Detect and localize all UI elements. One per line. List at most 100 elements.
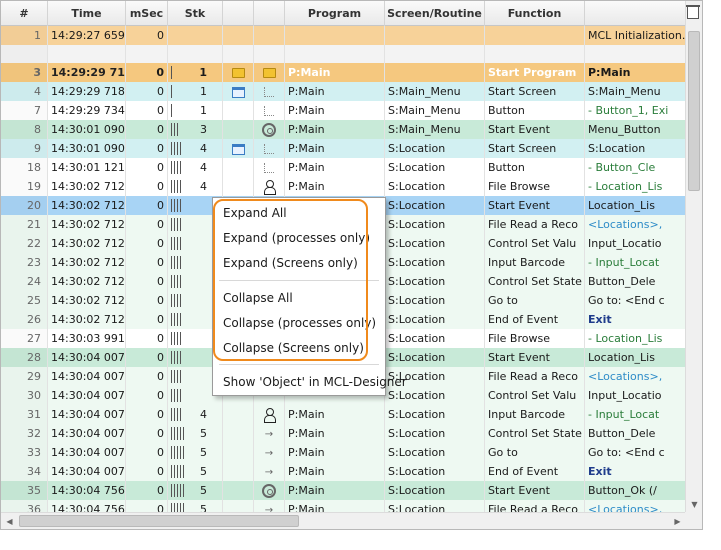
table-row[interactable]: 8 14:30:01 090 0 3 P:Main S:Main_Menu Start Ev…: [1, 120, 686, 139]
menu-item-collapse-processes[interactable]: Collapse (processes only): [213, 313, 385, 333]
col-header-icon1[interactable]: [223, 1, 254, 26]
col-header-screen[interactable]: Screen/Routine: [385, 1, 485, 26]
row-screen: [385, 26, 485, 45]
row-object: S:Main_Menu: [585, 82, 686, 101]
row-number: 7: [1, 101, 48, 120]
stack-depth-bars: [171, 389, 183, 402]
table-row[interactable]: 314:29:29 71801P:MainStart ProgramP:Main: [1, 63, 686, 82]
vertical-scroll-thumb[interactable]: [688, 31, 700, 191]
row-time: 14:30:04 007: [48, 348, 126, 367]
horizontal-scroll-thumb[interactable]: [19, 515, 299, 527]
row-msec: 0: [126, 101, 168, 120]
row-function: Start Event: [485, 481, 585, 500]
row-function: Start Event: [485, 348, 585, 367]
col-header-stk[interactable]: Stk: [168, 1, 223, 26]
menu-item-expand-processes[interactable]: Expand (processes only): [213, 228, 385, 248]
row-screen: S:Location: [385, 196, 485, 215]
menu-item-collapse-all[interactable]: Collapse All: [213, 288, 385, 308]
row-time-hms: 14:30:04: [51, 370, 101, 383]
row-time: 14:30:04 007: [48, 443, 126, 462]
row-function: Control Set Valu: [485, 386, 585, 405]
row-object: P:Main: [585, 63, 686, 82]
stack-depth-value: 3: [200, 123, 207, 136]
table-row[interactable]: 1 14:29:27 659 0 MCL Initialization.: [1, 26, 686, 45]
menu-item-expand-screens[interactable]: Expand (Screens only): [213, 253, 385, 273]
stack-depth-bars: [171, 465, 186, 478]
row-msec: 0: [126, 215, 168, 234]
row-msec: 0: [126, 481, 168, 500]
stack-depth-bars: [171, 218, 183, 231]
row-function: Control Set State: [485, 272, 585, 291]
row-object: - Location_Lis: [585, 329, 686, 348]
menu-item-expand-all[interactable]: Expand All: [213, 203, 385, 223]
col-header-function[interactable]: Function: [485, 1, 585, 26]
row-time: 14:30:01 090: [48, 139, 126, 158]
col-header-program[interactable]: Program: [285, 1, 385, 26]
vertical-scrollbar[interactable]: ▲ ▼: [685, 1, 702, 513]
table-row[interactable]: 33 14:30:04 007 0 5 → P:Main S:Location Go to Go…: [1, 443, 686, 462]
row-msec: 0: [126, 386, 168, 405]
row-time: 14:30:04 007: [48, 386, 126, 405]
row-type-icon: [223, 481, 254, 500]
row-screen: S:Main_Menu: [385, 120, 485, 139]
row-object: [585, 45, 686, 64]
table-row[interactable]: 18 14:30:01 121 0 4 P:Main S:Location Button - …: [1, 158, 686, 177]
scroll-down-arrow-icon[interactable]: ▼: [686, 496, 702, 513]
row-function: Go to: [485, 443, 585, 462]
table-row[interactable]: 9 14:30:01 090 0 4 P:Main S:Location Start Scr…: [1, 139, 686, 158]
row-stack: [168, 45, 223, 64]
row-program: P:Main: [285, 177, 385, 196]
row-screen: S:Location: [385, 310, 485, 329]
row-screen: S:Location: [385, 177, 485, 196]
stack-depth-bars: [171, 104, 174, 117]
table-row[interactable]: [1, 45, 686, 64]
row-object: <Locations>,: [585, 215, 686, 234]
row-time-ms: 007: [103, 408, 125, 421]
scroll-left-arrow-icon[interactable]: ◀: [1, 513, 18, 529]
row-time-ms: 712: [103, 256, 125, 269]
stack-depth-value: 1: [200, 85, 207, 98]
table-row[interactable]: 19 14:30:02 712 0 4 P:Main S:Location File Bro…: [1, 177, 686, 196]
row-function: Button: [485, 101, 585, 120]
table-row[interactable]: 31 14:30:04 007 0 4 P:Main S:Location Input Ba…: [1, 405, 686, 424]
row-screen: S:Location: [385, 253, 485, 272]
row-screen: [385, 45, 485, 64]
row-function: Start Event: [485, 120, 585, 139]
row-node-icon: [254, 63, 285, 82]
row-time-hms: 14:30:03: [51, 332, 101, 345]
row-number: 20: [1, 196, 48, 215]
stack-depth-bars: [171, 275, 183, 288]
col-header-object[interactable]: [585, 1, 686, 26]
row-time-hms: 14:30:04: [51, 389, 101, 402]
row-msec: 0: [126, 462, 168, 481]
col-header-num[interactable]: #: [1, 1, 48, 26]
row-time: [48, 45, 126, 64]
row-msec: 0: [126, 367, 168, 386]
row-msec: 0: [126, 63, 168, 82]
table-row[interactable]: 4 14:29:29 718 0 1 P:Main S:Main_Menu Start Sc…: [1, 82, 686, 101]
menu-item-collapse-screens[interactable]: Collapse (Screens only): [213, 338, 385, 358]
stack-depth-bars: [171, 161, 183, 174]
row-function: Start Program: [485, 63, 585, 82]
scroll-right-arrow-icon[interactable]: ▶: [669, 513, 686, 529]
row-stack: 4: [168, 405, 223, 424]
row-object: - Button_Cle: [585, 158, 686, 177]
row-node-icon: [254, 82, 285, 101]
table-row[interactable]: 34 14:30:04 007 0 5 → P:Main S:Location End of …: [1, 462, 686, 481]
horizontal-scrollbar[interactable]: ◀ ▶: [1, 512, 686, 529]
row-msec: 0: [126, 120, 168, 139]
table-row[interactable]: 7 14:29:29 734 0 1 P:Main S:Main_Menu Button - …: [1, 101, 686, 120]
col-header-time[interactable]: Time: [48, 1, 126, 26]
person-icon: [263, 180, 276, 195]
table-row[interactable]: 32 14:30:04 007 0 5 → P:Main S:Location Control…: [1, 424, 686, 443]
table-row[interactable]: 35 14:30:04 756 0 5 P:Main S:Location Start Ev…: [1, 481, 686, 500]
menu-item-show-object[interactable]: Show 'Object' in MCL-Designer: [213, 372, 407, 392]
col-header-icon2[interactable]: [254, 1, 285, 26]
col-header-msec[interactable]: mSec: [126, 1, 168, 26]
row-type-icon: [223, 139, 254, 158]
stack-depth-bars: [171, 180, 183, 193]
menu-separator: [219, 280, 379, 281]
row-msec: 0: [126, 272, 168, 291]
stack-depth-value: 4: [200, 180, 207, 193]
clipboard-icon[interactable]: [686, 5, 700, 19]
